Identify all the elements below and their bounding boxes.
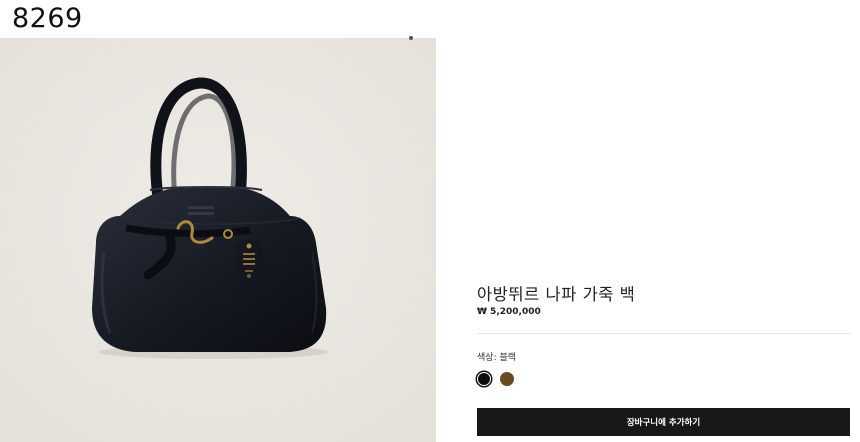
color-swatches [477,372,514,386]
product-image[interactable] [0,38,436,442]
add-to-cart-button[interactable]: 장바구니에 추가하기 [477,408,850,436]
dot-marker [409,36,413,40]
color-value: 블랙 [499,353,517,363]
swatch-black[interactable] [477,372,491,386]
divider [477,333,850,334]
product-title: 아방뛰르 나파 가죽 백 [477,285,636,304]
bag-illustration [0,38,436,442]
page-number: 8269 [12,3,83,34]
swatch-brown[interactable] [500,372,514,386]
product-price: ₩ 5,200,000 [477,307,541,317]
color-label: 색상 [477,353,494,363]
color-selection-label: 색상: 블랙 [477,350,516,363]
